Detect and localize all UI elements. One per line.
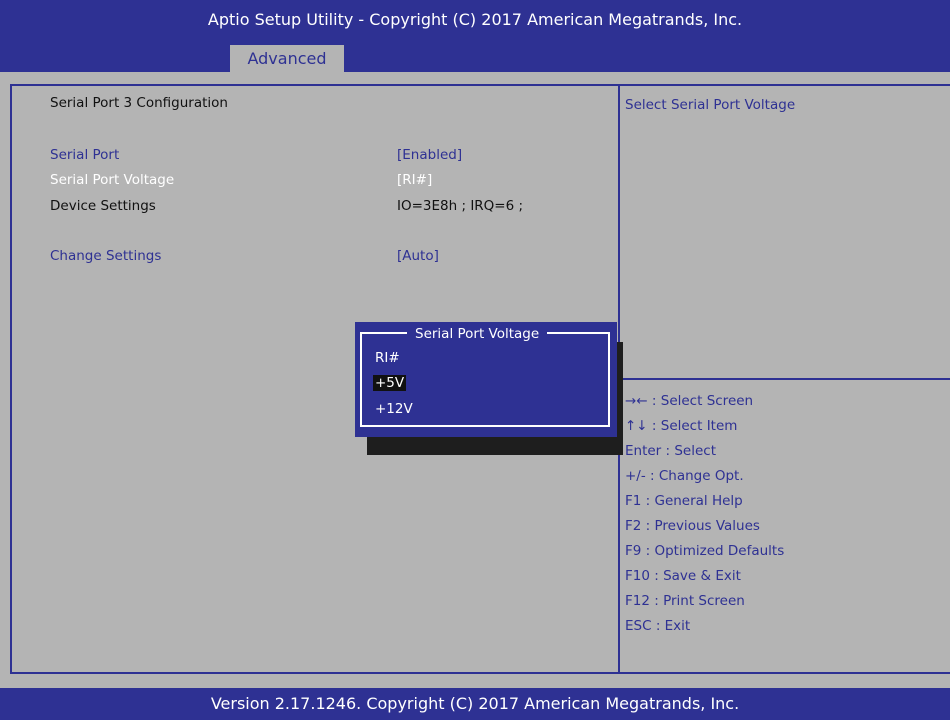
key-hint-general-help: F1 : General Help [625,493,743,509]
footer-bar: Version 2.17.1246. Copyright (C) 2017 Am… [0,688,950,720]
setting-value-device-settings: IO=3E8h ; IRQ=6 ; [397,198,524,214]
section-title: Serial Port 3 Configuration [50,95,228,111]
app-title: Aptio Setup Utility - Copyright (C) 2017… [207,10,743,29]
key-hint-enter-select: Enter : Select [625,443,717,459]
tab-advanced[interactable]: Advanced [230,45,344,72]
popup-title: Serial Port Voltage [407,326,548,342]
header-bar: Aptio Setup Utility - Copyright (C) 2017… [0,0,950,72]
popup-option-ri[interactable]: RI# [375,350,400,366]
setting-label-device-settings: Device Settings [50,198,156,214]
setting-value-serial-port-voltage[interactable]: [RI#] [397,172,432,188]
key-hint-save-exit: F10 : Save & Exit [625,568,741,584]
setting-value-serial-port[interactable]: [Enabled] [397,147,462,163]
key-hint-select-item: ↑↓ : Select Item [625,418,738,434]
key-hint-optimized-defaults: F9 : Optimized Defaults [625,543,785,559]
popup-option-12v[interactable]: +12V [375,401,413,417]
panel-divider-horizontal [618,378,950,380]
key-hint-previous-values: F2 : Previous Values [625,518,760,534]
key-hint-print-screen: F12 : Print Screen [625,593,745,609]
voltage-popup-dialog: Serial Port Voltage RI# +5V +12V [355,322,617,437]
help-description: Select Serial Port Voltage [625,97,796,113]
setting-label-change-settings[interactable]: Change Settings [50,248,161,264]
key-hint-esc-exit: ESC : Exit [625,618,691,634]
key-hint-select-screen: →← : Select Screen [625,393,754,409]
setting-value-change-settings[interactable]: [Auto] [397,248,439,264]
setting-label-serial-port-voltage[interactable]: Serial Port Voltage [50,172,174,188]
popup-option-5v[interactable]: +5V [373,375,407,391]
setting-label-serial-port[interactable]: Serial Port [50,147,119,163]
key-hint-change-opt: +/- : Change Opt. [625,468,744,484]
